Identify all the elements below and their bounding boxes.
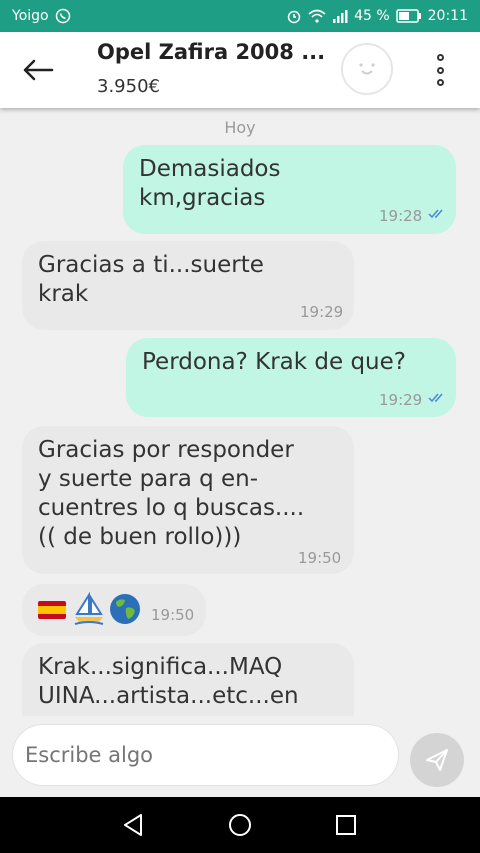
home-nav-icon[interactable] xyxy=(225,810,255,840)
signal-icon xyxy=(332,9,348,23)
chat-area[interactable]: Hoy Demasiados km,gracias 19:28 Gracias … xyxy=(0,108,480,716)
whatsapp-icon xyxy=(55,8,71,24)
status-bar: Yoigo 45 % 20:11 xyxy=(0,0,480,32)
back-arrow-icon[interactable] xyxy=(18,54,58,86)
message-time: 19:50 xyxy=(151,606,195,624)
wifi-icon xyxy=(308,9,326,23)
read-ticks-icon xyxy=(428,209,443,219)
more-options-icon[interactable] xyxy=(424,48,456,92)
message-line: Gracias por responder xyxy=(38,437,294,463)
message-bubble-outgoing[interactable]: Perdona? Krak de que? 19:29 xyxy=(126,338,456,417)
message-bubble-outgoing[interactable]: Demasiados km,gracias 19:28 xyxy=(123,145,456,234)
globe-icon xyxy=(110,594,140,624)
date-separator: Hoy xyxy=(224,118,256,137)
message-line: Perdona? Krak de que? xyxy=(142,349,406,375)
battery-icon xyxy=(395,9,422,23)
message-line: Krak...significa...MAQ xyxy=(38,654,283,680)
sailboat-icon xyxy=(74,592,104,625)
message-line: (( de buen rollo))) xyxy=(38,524,242,550)
composer xyxy=(0,716,480,797)
spain-flag-icon xyxy=(38,601,66,619)
message-line: Demasiados xyxy=(139,156,281,182)
message-line: Gracias a ti...suerte xyxy=(38,252,264,278)
send-icon xyxy=(426,749,448,771)
message-line: UINA...artista...etc...en xyxy=(38,683,299,709)
alarm-icon xyxy=(286,8,302,24)
avatar[interactable] xyxy=(341,43,393,95)
chat-header: Opel Zafira 2008 ... 3.950€ xyxy=(0,32,480,108)
battery-percent: 45 % xyxy=(354,8,390,24)
clock: 20:11 xyxy=(427,8,468,24)
back-nav-icon[interactable] xyxy=(118,810,148,840)
message-input[interactable] xyxy=(12,724,399,786)
message-bubble-incoming[interactable]: Gracias por responder y suerte para q en… xyxy=(22,426,354,574)
recents-nav-icon[interactable] xyxy=(331,810,361,840)
message-time: 19:28 xyxy=(379,207,423,225)
listing-price: 3.950€ xyxy=(97,76,160,97)
carrier-name: Yoigo xyxy=(12,8,49,24)
message-bubble-incoming[interactable]: 19:50 xyxy=(22,584,206,636)
send-button[interactable] xyxy=(410,733,464,787)
message-line: krak xyxy=(38,281,89,307)
message-time: 19:50 xyxy=(298,549,342,567)
read-ticks-icon xyxy=(428,393,443,403)
message-line: y suerte para q en- xyxy=(38,466,259,492)
message-bubble-incoming[interactable]: Krak...significa...MAQ UINA...artista...… xyxy=(22,643,354,716)
message-time: 19:29 xyxy=(379,391,423,409)
message-time: 19:29 xyxy=(300,303,344,321)
system-nav-bar xyxy=(0,797,480,853)
message-line: cuentres lo q buscas.... xyxy=(38,495,305,521)
listing-title[interactable]: Opel Zafira 2008 ... xyxy=(97,40,325,64)
message-bubble-incoming[interactable]: Gracias a ti...suerte krak 19:29 xyxy=(22,241,354,330)
